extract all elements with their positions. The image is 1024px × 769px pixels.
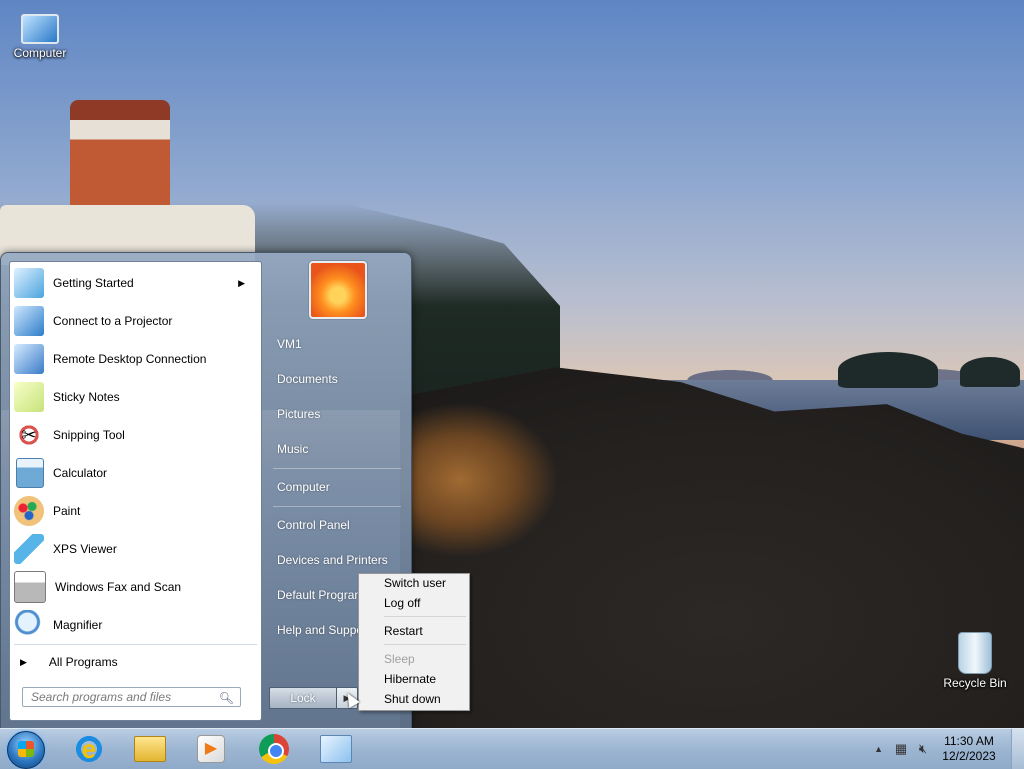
start-menu: Getting Started ▶ Connect to a Projector… xyxy=(0,252,412,730)
taskbar-internet-explorer[interactable]: e xyxy=(67,731,111,767)
program-label: XPS Viewer xyxy=(53,542,117,556)
windows-logo-icon xyxy=(18,741,34,757)
right-item-documents[interactable]: Documents xyxy=(277,369,403,389)
island xyxy=(838,352,938,388)
program-item-remote-desktop[interactable]: Remote Desktop Connection xyxy=(14,341,257,377)
program-label: Snipping Tool xyxy=(53,428,125,442)
program-item-calculator[interactable]: Calculator xyxy=(14,455,257,491)
lock-button[interactable]: Lock xyxy=(269,687,337,709)
divider xyxy=(273,506,401,507)
island xyxy=(960,357,1020,387)
start-button[interactable] xyxy=(7,731,45,769)
divider xyxy=(14,644,257,645)
expand-arrow-icon: ▶ xyxy=(20,656,27,667)
scissors-icon: ✂ xyxy=(14,420,44,450)
program-label: Paint xyxy=(53,504,81,518)
menu-item-sleep: Sleep xyxy=(384,652,415,666)
program-item-getting-started[interactable]: Getting Started ▶ xyxy=(14,265,257,301)
taskbar-media-player[interactable]: ▶ xyxy=(189,731,233,767)
power-options-menu: Switch user Log off Restart Sleep Hibern… xyxy=(358,573,470,711)
media-player-icon: ▶ xyxy=(197,735,225,763)
system-tray: ▲ ▦ 🔇︎ 11:30 AM 12/2/2023 xyxy=(874,729,1024,769)
right-item-devices-printers[interactable]: Devices and Printers xyxy=(277,550,403,570)
menu-item-switch-user[interactable]: Switch user xyxy=(384,574,446,592)
right-item-help-support[interactable]: Help and Support xyxy=(277,620,359,640)
clock-date: 12/2/2023 xyxy=(942,749,996,763)
program-label: Windows Fax and Scan xyxy=(55,580,182,594)
program-item-xps-viewer[interactable]: XPS Viewer xyxy=(14,531,257,567)
desktop-icon-recycle-bin[interactable]: Recycle Bin xyxy=(935,632,1015,690)
taskbar-control-panel[interactable] xyxy=(314,731,358,767)
divider xyxy=(384,644,466,645)
search-icon[interactable]: 🔍︎ xyxy=(219,691,234,705)
computer-icon xyxy=(21,14,59,44)
right-item-computer[interactable]: Computer xyxy=(277,477,403,497)
program-label: Getting Started xyxy=(53,276,134,290)
show-desktop-button[interactable] xyxy=(1011,729,1024,769)
lighthouse xyxy=(70,100,170,210)
desktop-icon-label: Recycle Bin xyxy=(943,676,1007,690)
divider xyxy=(384,616,466,617)
submenu-arrow-icon: ▶ xyxy=(238,277,245,288)
taskbar-file-explorer[interactable] xyxy=(128,731,172,767)
right-item-music[interactable]: Music xyxy=(277,439,403,459)
show-hidden-icons-button[interactable]: ▲ xyxy=(874,744,883,754)
sticky-notes-icon xyxy=(14,382,44,412)
program-item-fax-and-scan[interactable]: Windows Fax and Scan xyxy=(14,569,257,605)
taskbar-chrome[interactable] xyxy=(252,731,296,767)
divider xyxy=(273,468,401,469)
all-programs-button[interactable]: ▶ All Programs xyxy=(20,652,250,672)
program-label: Calculator xyxy=(53,466,108,480)
clock[interactable]: 11:30 AM 12/2/2023 xyxy=(937,734,1001,764)
volume-muted-icon[interactable]: 🔇︎ xyxy=(915,742,931,756)
file-explorer-icon xyxy=(134,736,166,762)
program-item-magnifier[interactable]: Magnifier xyxy=(14,607,257,643)
program-label: Magnifier xyxy=(53,618,103,632)
magnifier-icon xyxy=(14,610,44,640)
program-item-projector[interactable]: Connect to a Projector xyxy=(14,303,257,339)
menu-item-shut-down[interactable]: Shut down xyxy=(384,690,441,708)
right-item-user-folder[interactable]: VM1 xyxy=(277,334,403,354)
right-item-default-programs[interactable]: Default Programs xyxy=(277,585,359,605)
chrome-icon xyxy=(259,734,289,764)
program-label: Sticky Notes xyxy=(53,390,120,404)
program-label: Connect to a Projector xyxy=(53,314,173,328)
search-input[interactable]: Search programs and files 🔍︎ xyxy=(22,687,241,707)
xps-viewer-icon xyxy=(14,534,44,564)
program-item-snipping-tool[interactable]: ✂ Snipping Tool xyxy=(14,417,257,453)
menu-item-log-off[interactable]: Log off xyxy=(384,594,420,612)
programs-pane: Getting Started ▶ Connect to a Projector… xyxy=(9,261,262,721)
paint-palette-icon xyxy=(14,496,44,526)
menu-item-restart[interactable]: Restart xyxy=(384,622,423,640)
control-panel-icon xyxy=(320,735,352,763)
program-item-paint[interactable]: Paint xyxy=(14,493,257,529)
recycle-bin-icon xyxy=(958,632,992,674)
all-programs-label: All Programs xyxy=(48,655,118,669)
network-icon[interactable]: ▦ xyxy=(893,742,909,756)
fax-icon xyxy=(14,571,46,603)
right-item-pictures[interactable]: Pictures xyxy=(277,404,403,424)
menu-item-hibernate[interactable]: Hibernate xyxy=(384,670,436,688)
calculator-icon xyxy=(16,458,44,488)
remote-desktop-icon xyxy=(14,344,44,374)
taskbar: e ▶ ▲ ▦ 🔇︎ 11:30 AM 12/2/2023 xyxy=(0,728,1024,769)
right-item-control-panel[interactable]: Control Panel xyxy=(277,515,403,535)
program-label: Remote Desktop Connection xyxy=(53,352,207,366)
desktop-icon-computer[interactable]: Computer xyxy=(0,8,80,60)
internet-explorer-icon: e xyxy=(74,734,104,764)
getting-started-icon xyxy=(14,268,44,298)
projector-icon xyxy=(14,306,44,336)
clock-time: 11:30 AM xyxy=(944,734,994,748)
search-placeholder: Search programs and files xyxy=(31,690,172,704)
user-picture[interactable] xyxy=(309,261,367,319)
program-item-sticky-notes[interactable]: Sticky Notes xyxy=(14,379,257,415)
desktop-icon-label: Computer xyxy=(13,46,67,60)
